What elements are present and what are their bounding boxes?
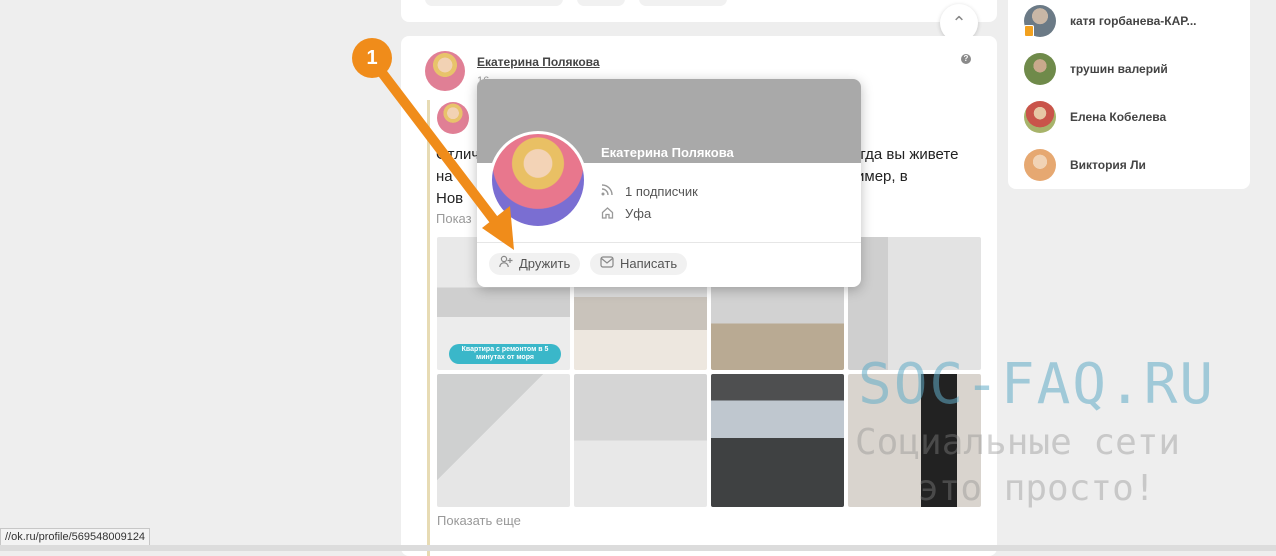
write-message-button[interactable]: Написать (590, 253, 688, 275)
post-text-line: Нов (436, 190, 464, 207)
help-icon[interactable]: ? (961, 54, 971, 64)
watermark-line: Социальные сети (855, 422, 1181, 463)
popup-divider (477, 242, 861, 243)
mail-icon (600, 253, 614, 275)
gallery-photo[interactable] (437, 374, 570, 507)
mobile-online-icon (1024, 25, 1034, 37)
comment-pill[interactable] (577, 0, 625, 6)
avatar (1024, 53, 1056, 85)
avatar (1024, 101, 1056, 133)
profile-popup: Екатерина Полякова 1 подписчик Уфа Дружи… (477, 79, 861, 287)
gallery-photo[interactable] (848, 237, 981, 370)
taskbar (0, 545, 1276, 551)
watermark-title: SOC-FAQ.RU (858, 352, 1216, 417)
show-more-photos-link[interactable]: Показать еще (437, 513, 521, 528)
friend-name: Елена Кобелева (1070, 110, 1167, 124)
profile-name[interactable]: Екатерина Полякова (601, 145, 734, 160)
friend-item[interactable]: катя горбанева-КАР... (1024, 5, 1197, 37)
add-friend-button[interactable]: Дружить (489, 253, 581, 275)
author-avatar[interactable] (425, 51, 465, 91)
rss-icon (601, 184, 615, 198)
annotation-badge: 1 (352, 38, 392, 78)
friend-item[interactable]: Виктория Ли (1024, 149, 1146, 181)
avatar (1024, 149, 1056, 181)
feed-card-remnant (401, 0, 997, 22)
add-friend-label: Дружить (519, 256, 571, 271)
show-more-text-link[interactable]: Показ (436, 211, 472, 226)
status-bar-url: //ok.ru/profile/569548009124 (0, 528, 151, 546)
watermark-subtitle: Социальные сети это просто! (855, 420, 1265, 512)
photo-caption: Квартира с ремонтом в 5 минутах от моря (449, 344, 561, 364)
add-user-icon (499, 253, 513, 275)
watermark-line: это просто! (917, 468, 1156, 509)
post-text-line: огда вы живете (852, 146, 959, 163)
friend-name: Виктория Ли (1070, 158, 1146, 172)
friends-online-list: катя горбанева-КАР... трушин валерий Еле… (1008, 0, 1250, 189)
author-name-link[interactable]: Екатерина Полякова (477, 55, 600, 69)
repost-avatar[interactable] (437, 102, 469, 134)
gallery-photo[interactable] (711, 374, 844, 507)
friend-name: трушин валерий (1070, 62, 1168, 76)
post-text-line: на т (436, 168, 464, 185)
gallery-photo[interactable] (574, 374, 707, 507)
profile-city: Уфа (625, 206, 652, 221)
friend-item[interactable]: Елена Кобелева (1024, 101, 1166, 133)
avatar (1024, 5, 1056, 37)
home-icon (601, 206, 615, 220)
chevron-up-icon: ⌃ (951, 12, 967, 33)
friend-name: катя горбанева-КАР... (1070, 14, 1197, 28)
profile-avatar[interactable] (489, 131, 587, 229)
share-pill[interactable] (639, 0, 727, 6)
write-message-label: Написать (620, 256, 678, 271)
reaction-pill[interactable] (425, 0, 563, 6)
subscribers-count: 1 подписчик (625, 184, 698, 199)
repost-quote-line (427, 100, 430, 556)
post-text-line: имер, в (856, 168, 908, 185)
friend-item[interactable]: трушин валерий (1024, 53, 1168, 85)
